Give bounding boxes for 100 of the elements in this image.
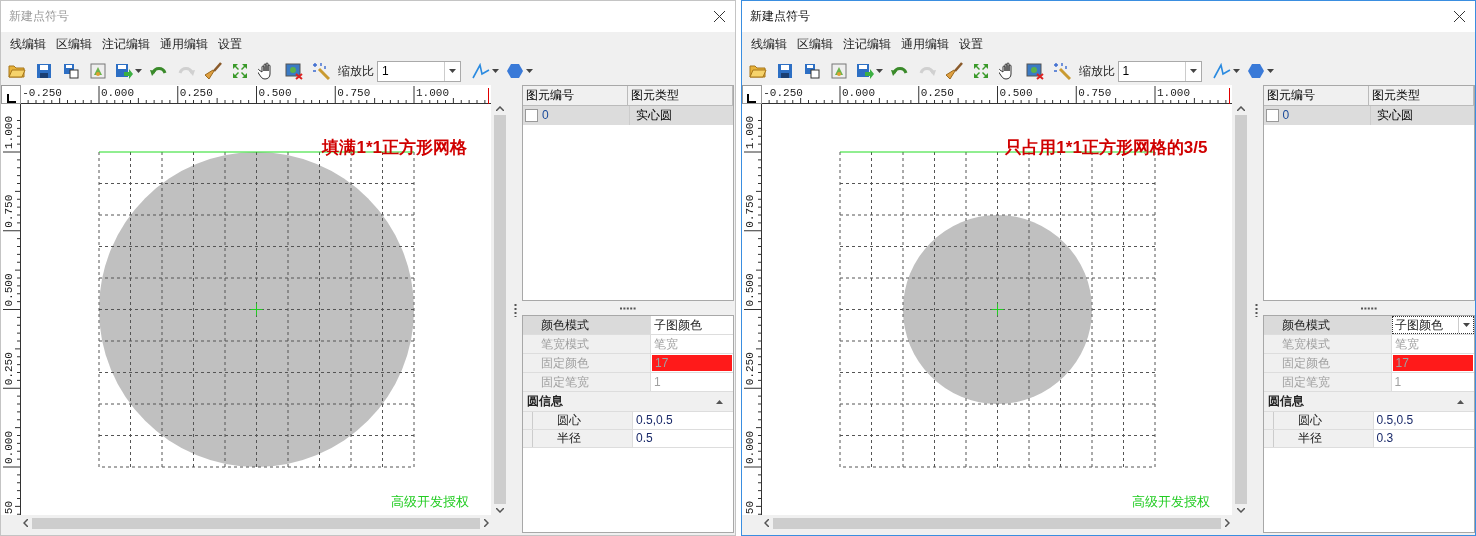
ruler-corner-icon	[747, 94, 756, 103]
property-value[interactable]: 0.5,0.5	[1373, 412, 1474, 429]
menu-item[interactable]: 线编辑	[745, 36, 792, 53]
scrollbar-thumb[interactable]	[494, 115, 506, 504]
close-button[interactable]	[711, 9, 727, 24]
scroll-down-button[interactable]	[1234, 506, 1247, 515]
ruler-label: -0.250	[762, 87, 803, 99]
menu-item[interactable]: 线编辑	[5, 36, 51, 53]
menu-item[interactable]: 设置	[953, 36, 988, 53]
scroll-left-button[interactable]	[761, 517, 771, 529]
scroll-down-button[interactable]	[494, 506, 506, 515]
menu-item[interactable]: 注记编辑	[837, 36, 896, 53]
menu-item[interactable]: 通用编辑	[155, 36, 213, 53]
scroll-right-button[interactable]	[482, 517, 491, 529]
ruler-label: 50	[743, 501, 756, 515]
zoom-label: 缩放比	[338, 62, 374, 80]
collapse-toggle[interactable]	[1454, 397, 1466, 406]
menu-item[interactable]: 设置	[213, 36, 247, 53]
row-checkbox[interactable]	[525, 109, 538, 122]
scroll-up-button[interactable]	[1234, 104, 1247, 113]
zoom-label: 缩放比	[1078, 62, 1115, 80]
property-dropdown[interactable]: 子图颜色	[1391, 316, 1474, 334]
ruler-label: 1.000	[743, 116, 756, 149]
expand-icon	[972, 63, 989, 79]
row-checkbox[interactable]	[1265, 109, 1279, 122]
splitter-grip-icon[interactable]	[1360, 306, 1377, 310]
brush-icon	[204, 62, 222, 80]
redo-icon	[917, 64, 936, 78]
magic-wand-icon	[312, 62, 330, 80]
caret-up-icon	[716, 399, 723, 404]
menu-item[interactable]: 注记编辑	[97, 36, 155, 53]
column-header[interactable]: 图元编号	[1263, 86, 1369, 105]
scroll-left-button[interactable]	[21, 517, 30, 529]
save-copy-icon	[803, 63, 820, 79]
caret-icon	[526, 69, 533, 73]
ruler-label: 1.000	[3, 116, 15, 149]
caret-icon	[1266, 69, 1274, 73]
ruler-label: 50	[3, 501, 15, 515]
property-label[interactable]: 颜色模式	[1263, 316, 1392, 334]
scrollbar-thumb[interactable]	[32, 517, 480, 529]
ruler-corner-icon	[6, 94, 16, 103]
window-title: 新建点符号	[9, 8, 69, 25]
collapse-toggle[interactable]	[714, 397, 725, 406]
save-icon	[776, 63, 793, 79]
zoom-combo[interactable]: 1	[1117, 60, 1202, 82]
property-value[interactable]: 0.5,0.5	[633, 412, 733, 429]
caret-up-icon	[1456, 399, 1464, 404]
chevron-up-icon	[496, 106, 504, 111]
close-icon	[1454, 11, 1465, 22]
menu-item[interactable]: 通用编辑	[895, 36, 954, 53]
splitter-grip-icon[interactable]	[620, 306, 636, 310]
group-title: 圆信息	[527, 393, 563, 410]
property-value[interactable]: 0.5	[633, 430, 733, 447]
scrollbar-thumb[interactable]	[1234, 115, 1247, 504]
column-header[interactable]: 图元编号	[523, 86, 628, 105]
redo-icon	[177, 64, 195, 78]
picture-delete-icon	[285, 62, 303, 80]
caret-icon	[1232, 69, 1240, 73]
scrollbar-thumb[interactable]	[772, 517, 1221, 529]
scroll-right-button[interactable]	[1222, 517, 1232, 529]
chevron-left-icon	[23, 519, 28, 527]
list-row[interactable]: 0 实心圆	[1263, 106, 1474, 125]
menu-item[interactable]: 区编辑	[51, 36, 97, 53]
license-text: 高级开发授权	[391, 493, 469, 511]
magic-wand-icon	[1052, 62, 1071, 80]
splitter-grip-icon[interactable]	[514, 303, 517, 317]
property-label[interactable]: 圆心	[1263, 412, 1374, 429]
ruler-label: 0.750	[3, 194, 15, 228]
caret-icon	[135, 69, 142, 73]
close-button[interactable]	[1452, 9, 1467, 24]
expand-icon	[232, 63, 248, 79]
polyline-icon	[1212, 63, 1231, 79]
property-value[interactable]: 子图颜色	[651, 316, 733, 334]
column-header[interactable]: 图元类型	[628, 86, 733, 105]
annotation-text: 只占用1*1正方形网格的3/5	[1005, 137, 1208, 159]
ruler-label: 0.500	[258, 87, 292, 99]
property-label[interactable]: 颜色模式	[523, 316, 651, 334]
property-label[interactable]: 半径	[523, 430, 633, 447]
ruler-label: 0.250	[179, 87, 213, 99]
scroll-up-button[interactable]	[494, 104, 506, 113]
close-icon	[713, 11, 725, 22]
license-text: 高级开发授权	[1131, 493, 1210, 511]
ruler-label: 1.000	[1156, 87, 1190, 99]
caret-icon	[492, 69, 499, 73]
ruler-label: 0.250	[920, 87, 954, 99]
chevron-up-icon	[1236, 106, 1245, 111]
ruler-label: 0.250	[3, 352, 15, 386]
splitter-grip-icon[interactable]	[1254, 303, 1258, 317]
ruler-label: 0.500	[743, 273, 756, 307]
menu-item[interactable]: 区编辑	[791, 36, 838, 53]
column-header[interactable]: 图元类型	[1368, 86, 1474, 105]
property-label[interactable]: 半径	[1263, 430, 1374, 447]
zoom-combo[interactable]: 1	[377, 60, 461, 82]
group-title: 圆信息	[1267, 393, 1304, 410]
chevron-down-icon	[496, 508, 504, 513]
list-row[interactable]: 0 实心圆	[523, 106, 733, 125]
crosshair-icon	[990, 303, 1004, 316]
property-value[interactable]: 0.3	[1373, 430, 1474, 447]
property-label[interactable]: 圆心	[523, 412, 633, 429]
table-cell: 实心圆	[1369, 106, 1413, 125]
